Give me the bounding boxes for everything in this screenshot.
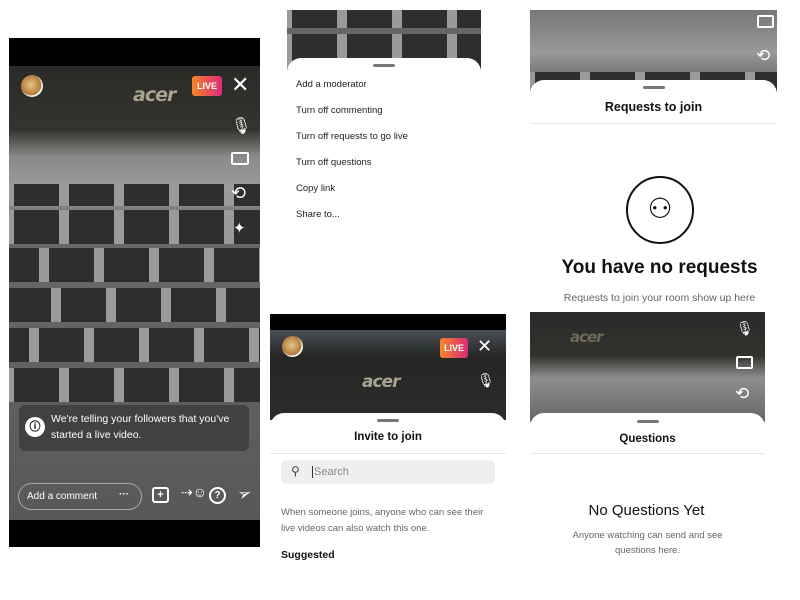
invite-screen: acer LIVE ✕ 🎙︎ Invite to join ⚲ Search W… — [270, 314, 506, 600]
video-camera-icon[interactable] — [231, 152, 249, 165]
drag-handle[interactable] — [377, 419, 399, 422]
flip-camera-icon[interactable]: ⟲ — [231, 183, 246, 204]
search-placeholder: Search — [312, 466, 349, 478]
empty-subtext: Requests to join your room show up here — [563, 292, 756, 304]
acer-logo: acer — [362, 372, 400, 392]
drag-handle[interactable] — [642, 86, 665, 89]
requests-screen: ⟲ Requests to join ⚇ You have no request… — [530, 10, 777, 306]
microphone-icon[interactable]: 🎙︎ — [736, 320, 754, 337]
live-screen: acer LIVE ✕ 🎙︎ ⟲ ✦ ⓘ We're telling your … — [9, 38, 260, 547]
info-icon: ⓘ — [25, 417, 45, 437]
empty-heading: No Questions Yet — [588, 502, 705, 519]
menu-item-share-to[interactable]: Share to... — [296, 209, 340, 220]
empty-subtext: Anyone watching can send and see questio… — [572, 530, 723, 556]
options-sheet: Add a moderator Turn off commenting Turn… — [287, 58, 481, 235]
menu-item-copy-link[interactable]: Copy link — [296, 183, 335, 194]
acer-logo: acer — [570, 328, 604, 346]
menu-item-turn-off-questions[interactable]: Turn off questions — [296, 157, 372, 168]
search-input[interactable]: ⚲ Search — [281, 460, 495, 484]
live-badge: LIVE — [440, 338, 468, 358]
comment-placeholder: Add a comment — [27, 491, 98, 502]
drag-handle[interactable] — [373, 64, 395, 67]
people-icon: ⚇ — [626, 176, 694, 244]
live-notice: ⓘ We're telling your followers that you'… — [19, 405, 249, 451]
add-guest-icon[interactable]: ⇢☺ — [181, 484, 207, 501]
questions-sheet: Questions No Questions Yet Anyone watchi… — [530, 413, 765, 570]
menu-item-add-moderator[interactable]: Add a moderator — [296, 79, 367, 90]
invite-info: When someone joins, anyone who can see t… — [281, 507, 484, 534]
invite-sheet: Invite to join ⚲ Search When someone joi… — [270, 413, 506, 600]
camera-feed: acer — [270, 330, 506, 420]
close-icon[interactable]: ✕ — [477, 336, 492, 357]
add-video-icon[interactable]: + — [152, 487, 169, 503]
sparkle-effects-icon[interactable]: ✦ — [233, 219, 246, 237]
sheet-title: Questions — [619, 433, 676, 445]
close-icon[interactable]: ✕ — [231, 72, 249, 98]
menu-item-turn-off-requests[interactable]: Turn off requests to go live — [296, 131, 408, 142]
sheet-title: Requests to join — [604, 100, 703, 114]
flip-camera-icon[interactable]: ⟲ — [735, 384, 749, 404]
video-camera-icon[interactable] — [736, 356, 753, 369]
search-icon: ⚲ — [291, 464, 300, 478]
microphone-icon[interactable]: 🎙︎ — [477, 372, 495, 389]
more-options-button[interactable]: ··· — [119, 489, 129, 500]
camera-feed: acer — [530, 312, 765, 422]
menu-item-turn-off-commenting[interactable]: Turn off commenting — [296, 105, 383, 116]
avatar[interactable] — [21, 75, 43, 97]
microphone-icon[interactable]: 🎙︎ — [231, 116, 251, 136]
video-camera-icon[interactable] — [757, 15, 774, 28]
questions-screen: acer 🎙︎ ⟲ Questions No Questions Yet Any… — [530, 312, 765, 570]
question-icon[interactable]: ? — [209, 487, 226, 504]
live-badge: LIVE — [192, 76, 222, 96]
avatar[interactable] — [282, 336, 303, 357]
acer-logo: acer — [133, 84, 176, 106]
sheet-title: Invite to join — [354, 431, 422, 443]
comment-input[interactable]: Add a comment ··· — [18, 483, 142, 510]
suggested-heading: Suggested — [281, 549, 335, 561]
flip-camera-icon[interactable]: ⟲ — [756, 46, 770, 66]
camera-feed: acer — [9, 66, 260, 520]
requests-sheet: Requests to join ⚇ You have no requests … — [530, 80, 777, 306]
options-screen: Add a moderator Turn off commenting Turn… — [287, 10, 481, 235]
empty-heading: You have no requests — [561, 257, 758, 278]
drag-handle[interactable] — [636, 420, 659, 423]
notice-text: We're telling your followers that you've… — [51, 413, 230, 441]
